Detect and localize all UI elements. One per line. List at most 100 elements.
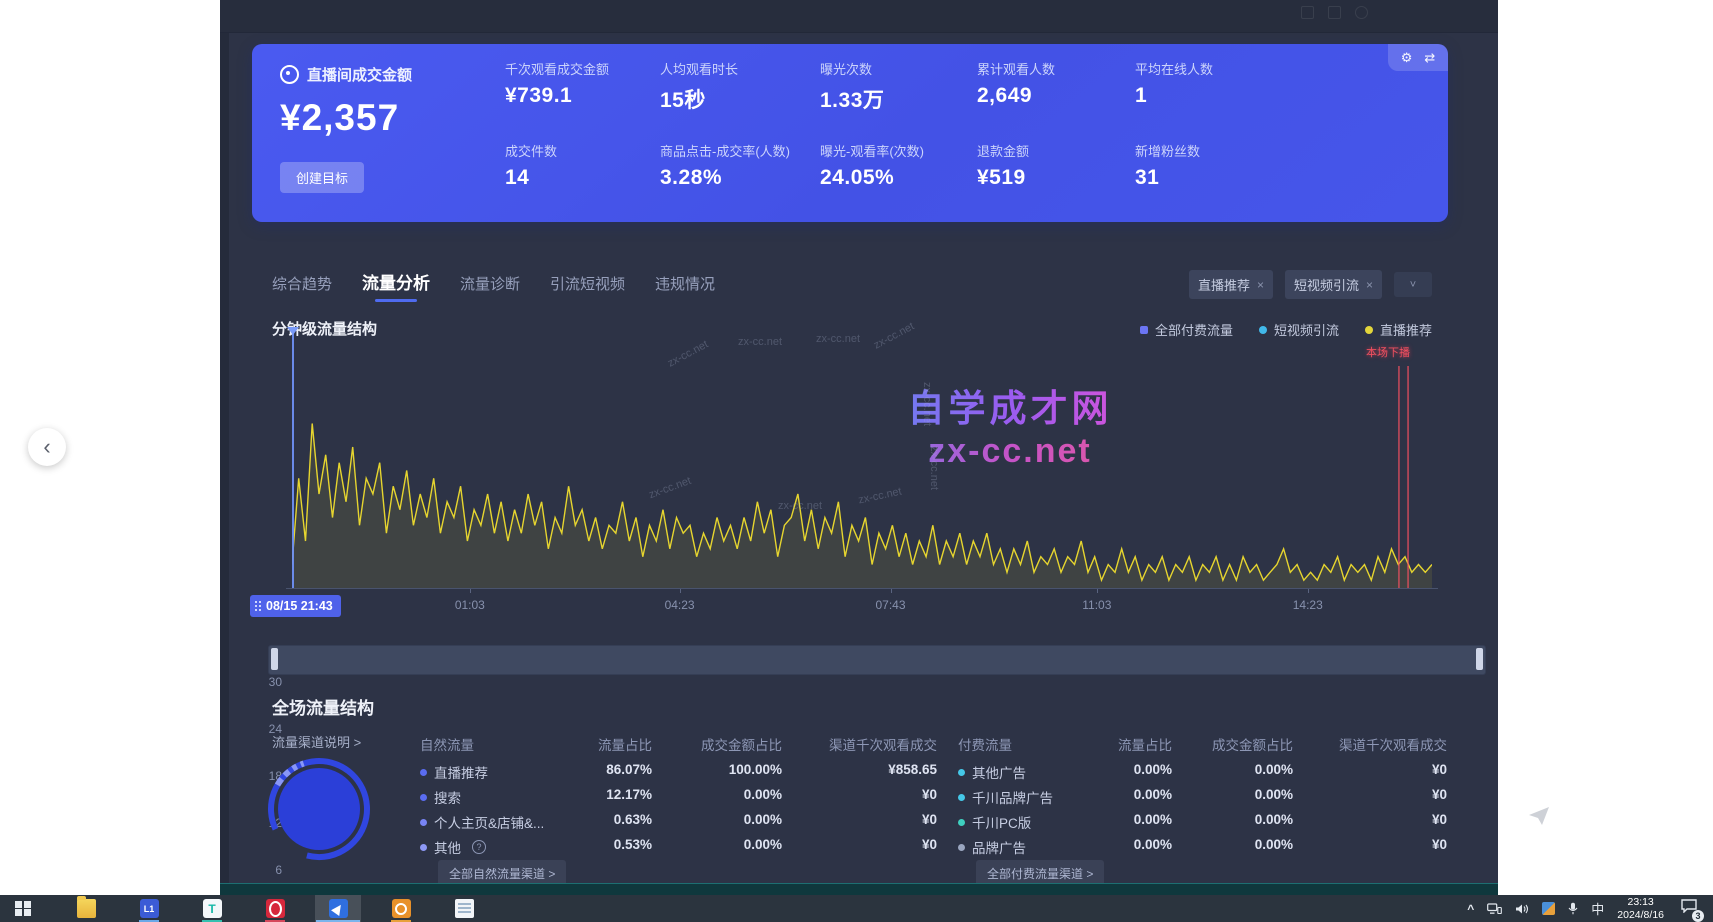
channel-note-link[interactable]: 流量渠道说明 > (272, 732, 361, 751)
tab-流量分析[interactable]: 流量分析 (362, 269, 430, 302)
opera-browser-taskbar-button[interactable] (252, 895, 298, 922)
channel-dot-icon (420, 794, 427, 801)
start-button[interactable] (0, 895, 46, 922)
taskbar-clock[interactable]: 23:13 2024/8/16 (1617, 896, 1664, 921)
x-axis-line (286, 588, 1438, 589)
tray-color-app-icon[interactable] (1542, 902, 1555, 915)
network-icon[interactable] (1487, 903, 1502, 915)
tray-expand-icon[interactable]: ^ (1467, 902, 1474, 916)
card-tools: ⚙ ⇄ (1388, 44, 1448, 71)
cell-value: 0.00% (1134, 762, 1172, 777)
window-titlebar (220, 0, 1498, 33)
tab-bar: 综合趋势 流量分析 流量诊断 引流短视频 违规情况 (272, 268, 715, 302)
notepad-taskbar-button[interactable] (441, 895, 487, 922)
clock-date: 2024/8/16 (1617, 909, 1664, 922)
primary-metric-label: 直播间成交金额 (307, 64, 412, 85)
channel-dot-icon (420, 769, 427, 776)
metric-cell: 商品点击-成交率(人数) 3.28% (660, 141, 820, 190)
slider-handle-right[interactable] (1476, 648, 1483, 670)
cell-value: 100.00% (729, 762, 782, 777)
metric-cell: 累计观看人数2,649 (977, 59, 1135, 114)
stream-end-annotation: 本场下播 (1366, 344, 1410, 360)
metric-value: 24.05% (820, 166, 977, 190)
cell-value: ¥0 (1432, 762, 1447, 777)
table-row: 品牌广告0.00%0.00%¥0 (958, 837, 1447, 857)
clock-time: 23:13 (1617, 896, 1664, 909)
metric-label: 退款金额 (977, 141, 1135, 160)
metric-label: 曝光-观看率(次数) (820, 141, 977, 160)
tab-违规情况[interactable]: 违规情况 (655, 273, 715, 302)
create-goal-button[interactable]: 创建目标 (280, 162, 364, 193)
notification-badge: 3 (1692, 910, 1704, 922)
chart-plot[interactable] (292, 338, 1432, 588)
microphone-icon[interactable] (1568, 902, 1578, 915)
table-row: 个人主页&店铺&...0.63%0.00%¥0 (420, 812, 937, 832)
t-app-icon: T (203, 899, 222, 918)
metric-cell: 成交件数14 (505, 141, 660, 190)
t-app-taskbar-button[interactable]: T (189, 895, 235, 922)
back-button[interactable]: ‹ (28, 428, 66, 466)
notepad-icon (455, 899, 474, 918)
natural-traffic-table: 自然流量流量占比成交金额占比渠道千次观看成交直播推荐86.07%100.00%¥… (420, 730, 937, 890)
y-tick-label: 6 (234, 863, 282, 877)
x-tick-label: 11:03 (1082, 598, 1111, 612)
live-companion-icon: L1 (140, 899, 159, 918)
y-tick-label: 30 (234, 675, 282, 689)
metric-value: 31 (1135, 166, 1285, 190)
tab-引流短视频[interactable]: 引流短视频 (550, 273, 625, 302)
channel-dot-icon (958, 819, 965, 826)
time-range-slider[interactable] (268, 645, 1486, 675)
channel-name: 搜索 (420, 787, 461, 807)
slider-handle-left[interactable] (271, 648, 278, 670)
titlebar-faint-icons (1301, 6, 1368, 19)
cell-value: 86.07% (606, 762, 652, 777)
channel-name: 品牌广告 (958, 837, 1026, 857)
close-icon[interactable]: × (1257, 278, 1264, 292)
ime-icon[interactable]: 中 (1591, 899, 1604, 918)
tab-综合趋势[interactable]: 综合趋势 (272, 273, 332, 302)
close-icon[interactable]: × (1366, 278, 1373, 292)
channel-dot-icon (420, 844, 427, 851)
current-time-badge[interactable]: 08/15 21:43 (250, 595, 341, 617)
metric-label: 曝光次数 (820, 59, 977, 78)
col-header: 渠道千次观看成交 (1339, 734, 1447, 754)
metric-cell: 退款金额¥519 (977, 141, 1135, 190)
floating-send-icon[interactable] (1528, 806, 1550, 831)
info-icon[interactable]: ? (472, 840, 486, 854)
file-explorer-taskbar-button[interactable] (63, 895, 109, 922)
metric-value: 14 (505, 166, 660, 190)
tab-流量诊断[interactable]: 流量诊断 (460, 273, 520, 302)
filter-tag-short-video[interactable]: 短视频引流 × (1285, 270, 1382, 299)
col-header: 付费流量 (958, 734, 1012, 754)
table-header: 付费流量流量占比成交金额占比渠道千次观看成交 (958, 734, 1447, 754)
filter-tag-live-recommend[interactable]: 直播推荐 × (1189, 270, 1273, 299)
pointer-app-taskbar-button[interactable] (315, 895, 361, 922)
paid-traffic-table: 付费流量流量占比成交金额占比渠道千次观看成交其他广告0.00%0.00%¥0千川… (958, 730, 1447, 890)
minute-chart[interactable]: 612182430 01:0304:2307:4311:0314:23 08/1… (220, 330, 1498, 630)
channel-dot-icon (420, 819, 427, 826)
gear-icon[interactable]: ⚙ (1401, 50, 1413, 66)
filter-dropdown[interactable]: ˅ (1394, 272, 1432, 297)
cell-value: 0.00% (744, 787, 782, 802)
metric-value: 3.28% (660, 166, 820, 190)
metric-value: ¥739.1 (505, 84, 660, 108)
target-icon (280, 65, 299, 84)
channel-name: 千川品牌广告 (958, 787, 1053, 807)
col-header: 渠道千次观看成交 (829, 734, 937, 754)
notification-center-icon[interactable]: 3 (1681, 899, 1697, 918)
metric-cell: 曝光次数1.33万 (820, 59, 977, 114)
orange-app-icon (392, 899, 411, 918)
live-companion-taskbar-button[interactable]: L1 (126, 895, 172, 922)
channel-dot-icon (958, 769, 965, 776)
swap-icon[interactable]: ⇄ (1424, 50, 1435, 66)
channel-name: 其他广告 (958, 762, 1026, 782)
metric-label: 商品点击-成交率(人数) (660, 141, 820, 160)
metric-cell: 新增粉丝数31 (1135, 141, 1285, 190)
volume-icon[interactable] (1515, 903, 1529, 915)
orange-app-taskbar-button[interactable] (378, 895, 424, 922)
cell-value: 0.00% (1255, 762, 1293, 777)
col-header: 成交金额占比 (701, 734, 782, 754)
col-header: 成交金额占比 (1212, 734, 1293, 754)
cell-value: ¥858.65 (888, 762, 937, 777)
taskbar: L1 T ^ 中 23:13 2024/8/16 3 (0, 895, 1713, 922)
